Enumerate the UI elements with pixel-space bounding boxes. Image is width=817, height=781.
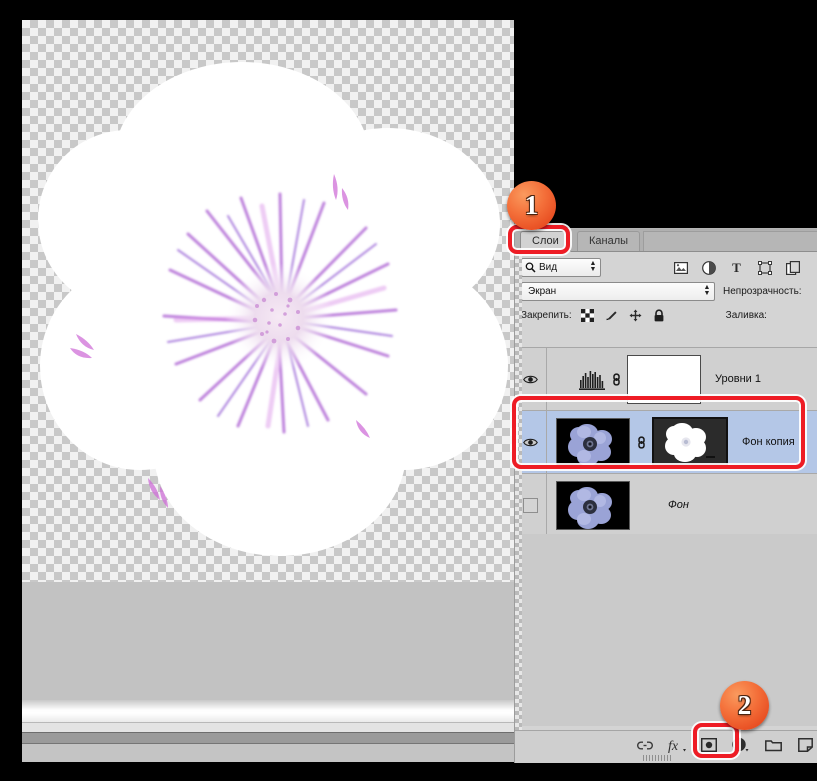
- smart-object-filter-icon[interactable]: [785, 260, 800, 275]
- tab-channels[interactable]: Каналы: [577, 231, 641, 251]
- lock-label: Закрепить:: [521, 309, 572, 321]
- annotation-badge-2: 2: [720, 681, 769, 730]
- table-row[interactable]: Фон: [515, 474, 817, 537]
- type-layer-filter-icon[interactable]: T: [729, 260, 744, 275]
- shape-layer-filter-icon[interactable]: [757, 260, 772, 275]
- lock-row: Закрепить: Заливка:: [515, 303, 817, 327]
- new-layer-icon[interactable]: [794, 735, 816, 755]
- pixel-layer-filter-icon[interactable]: [673, 260, 688, 275]
- filter-type-icons: T: [673, 260, 800, 275]
- layers-panel: Слои Каналы Вид ▲ ▼ T Экран ▲ ▼ Непрозра…: [514, 228, 817, 763]
- layer-filter-select[interactable]: Вид ▲ ▼: [521, 258, 601, 277]
- layer-filter-value: Вид: [539, 262, 558, 273]
- svg-text:fx: fx: [668, 739, 679, 753]
- document-status-bar: [22, 732, 514, 744]
- lock-transparent-pixels-icon[interactable]: [580, 308, 594, 322]
- opacity-label: Непрозрачность:: [723, 286, 802, 297]
- document-window: [22, 20, 514, 762]
- highlight-selected-layer-row: [512, 396, 805, 469]
- resize-grip[interactable]: [643, 755, 671, 761]
- eye-visible-icon[interactable]: [523, 374, 538, 385]
- layer-filter-row: Вид ▲ ▼ T: [515, 252, 817, 280]
- search-icon: [525, 262, 536, 273]
- canvas-bottom-gradient: [22, 700, 514, 722]
- layer-style-fx-icon[interactable]: fx: [666, 735, 688, 755]
- tab-bar-filler: [643, 231, 817, 251]
- layers-panel-toolbar: fx: [515, 730, 817, 763]
- blend-mode-select[interactable]: Экран ▲ ▼: [521, 282, 715, 301]
- svg-text:T: T: [732, 261, 741, 274]
- chevron-updown-icon[interactable]: ▲ ▼: [589, 260, 597, 274]
- link-mask-icon[interactable]: [610, 372, 622, 387]
- screenshot-root: Слои Каналы Вид ▲ ▼ T Экран ▲ ▼ Непрозра…: [0, 0, 817, 781]
- lock-all-icon[interactable]: [653, 308, 666, 322]
- panel-left-strip: [515, 251, 522, 731]
- highlight-layers-tab: [508, 225, 570, 254]
- canvas-lower-gray-area: [22, 582, 514, 705]
- layer-name[interactable]: Уровни 1: [715, 373, 761, 385]
- fill-label: Заливка:: [725, 309, 767, 321]
- lock-icon-group: [580, 308, 666, 322]
- layer-name[interactable]: Фон: [668, 499, 689, 511]
- levels-histogram-icon[interactable]: [579, 368, 605, 390]
- lock-position-icon[interactable]: [629, 309, 642, 322]
- layer-thumbnail[interactable]: [556, 480, 630, 530]
- lock-image-pixels-icon[interactable]: [605, 309, 618, 322]
- flower-artwork-canvas: [36, 48, 510, 568]
- blend-mode-row: Экран ▲ ▼ Непрозрачность:: [515, 280, 817, 303]
- chevron-updown-icon[interactable]: ▲ ▼: [703, 284, 711, 298]
- blend-mode-value: Экран: [528, 286, 557, 297]
- annotation-badge-1: 1: [507, 181, 556, 230]
- adjustment-layer-filter-icon[interactable]: [701, 260, 716, 275]
- eye-hidden-icon[interactable]: [523, 497, 538, 513]
- layer-list-empty-area: [515, 534, 817, 726]
- highlight-add-layer-mask-button: [693, 723, 739, 758]
- link-layers-icon[interactable]: [634, 735, 656, 755]
- new-group-folder-icon[interactable]: [762, 735, 784, 755]
